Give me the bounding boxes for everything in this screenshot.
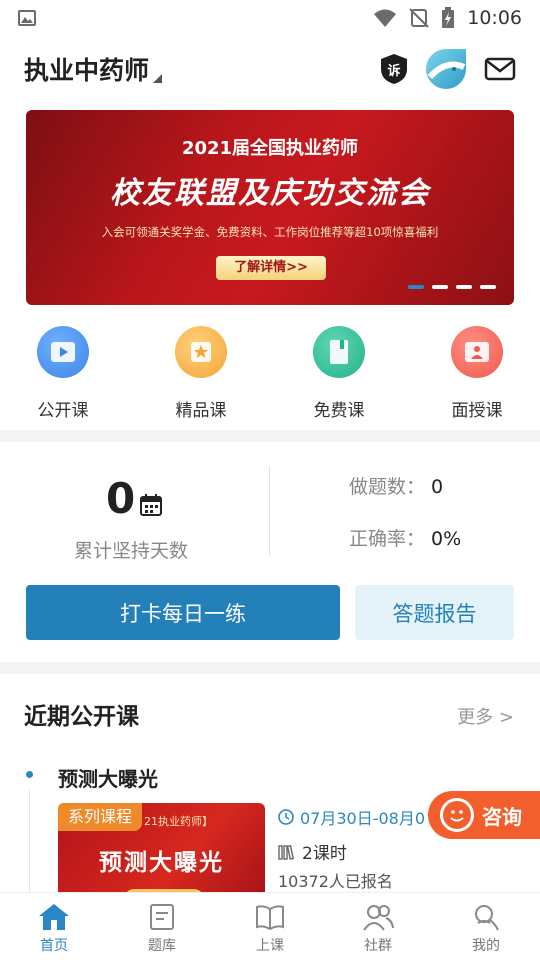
banner-subtitle: 入会可领通关奖学金、免费资料、工作岗位推荐等超10项惊喜福利 — [101, 225, 439, 239]
complaint-shield-icon[interactable]: 诉 — [380, 53, 408, 85]
category-label: 精品课 — [175, 401, 227, 421]
practice-stats: 0 累计坚持天数 做题数： 0 正确率： 0% — [0, 460, 540, 570]
banner-indicator — [408, 285, 496, 289]
course-date: 07月30日-08月0 — [278, 805, 425, 829]
thumb-small-text: 21执业药师】 — [144, 815, 213, 828]
star-icon — [175, 326, 227, 378]
course-category-grid: 公开课 精品课 免费课 面授课 — [0, 326, 540, 421]
consult-label: 咨询 — [482, 804, 522, 829]
gallery-notification-icon — [18, 10, 36, 26]
calendar-icon — [140, 494, 162, 516]
more-link[interactable]: 更多 > — [457, 703, 514, 729]
wifi-icon — [374, 9, 397, 27]
book-icon — [313, 326, 365, 378]
banner-headline: 校友联盟及庆功交流会 — [110, 176, 430, 211]
category-label: 免费课 — [313, 401, 365, 421]
tab-classes[interactable]: 上课 — [216, 893, 324, 960]
question-bank-icon — [108, 903, 216, 931]
promo-banner[interactable]: 2021届全国执业药师 校友联盟及庆功交流会 入会可领通关奖学金、免费资料、工作… — [26, 110, 514, 305]
course-thumbnail[interactable]: 21执业药师】 预测大曝光 系列课程 — [58, 803, 265, 903]
indicator-dot — [432, 285, 448, 289]
status-time: 10:06 — [467, 7, 522, 29]
tab-label: 题库 — [148, 938, 176, 954]
banner-cta-button[interactable]: 了解详情>> — [216, 256, 326, 280]
category-public-course[interactable]: 公开课 — [20, 326, 106, 421]
thumb-title: 预测大曝光 — [99, 850, 224, 876]
play-icon — [37, 326, 89, 378]
course-signups: 10372人已报名 — [278, 872, 393, 891]
streak-days-value: 0 — [106, 474, 136, 523]
section-title: 近期公开课 — [24, 704, 139, 730]
course-date-text: 07月30日-08月0 — [300, 809, 426, 828]
answer-report-button[interactable]: 答题报告 — [355, 585, 514, 640]
tab-community[interactable]: 社群 — [324, 893, 432, 960]
tab-label: 我的 — [472, 938, 500, 954]
stats-divider — [269, 466, 270, 556]
exam-category-title[interactable]: 执业中药师 — [24, 51, 149, 87]
category-label: 公开课 — [37, 401, 89, 421]
tab-profile[interactable]: 我的 — [432, 893, 540, 960]
bottom-tab-bar: 首页 题库 上课 社群 我的 — [0, 892, 540, 960]
home-icon — [0, 903, 108, 931]
questions-label: 做题数： — [349, 476, 426, 498]
accuracy-value: 0% — [431, 528, 462, 550]
customer-service-icon — [440, 798, 474, 832]
tab-label: 社群 — [364, 938, 392, 954]
course-group-name: 预测大曝光 — [58, 767, 158, 791]
no-signal-icon — [409, 8, 429, 28]
clock-icon — [278, 809, 294, 825]
tab-question-bank[interactable]: 题库 — [108, 893, 216, 960]
tab-label: 上课 — [256, 938, 284, 954]
streak-days-label: 累计坚持天数 — [74, 540, 189, 562]
questions-count: 做题数： 0 — [349, 472, 443, 499]
books-icon — [278, 844, 295, 860]
daily-practice-checkin-button[interactable]: 打卡每日一练 — [26, 585, 340, 640]
profile-icon — [432, 903, 540, 931]
category-premium-course[interactable]: 精品课 — [158, 326, 244, 421]
tab-home[interactable]: 首页 — [0, 893, 108, 960]
series-tag: 系列课程 — [58, 803, 143, 831]
section-divider — [0, 662, 540, 674]
category-free-course[interactable]: 免费课 — [296, 326, 382, 421]
banner-line1: 2021届全国执业药师 — [181, 138, 359, 159]
app-header: 执业中药师 诉 — [0, 44, 540, 94]
complaint-badge-text: 诉 — [387, 64, 401, 79]
mail-icon[interactable] — [484, 57, 516, 81]
timeline-dot — [26, 771, 33, 778]
consult-button[interactable]: 咨询 — [428, 791, 540, 839]
avatar[interactable] — [426, 49, 466, 89]
accuracy-label: 正确率： — [349, 528, 426, 550]
indicator-dot — [408, 285, 424, 289]
teacher-icon — [451, 326, 503, 378]
category-label: 面授课 — [451, 401, 503, 421]
timeline-line — [29, 790, 30, 900]
status-bar: 10:06 — [0, 0, 540, 36]
questions-value: 0 — [431, 476, 444, 498]
indicator-dot — [480, 285, 496, 289]
tab-label: 首页 — [40, 938, 68, 954]
course-lessons: 2课时 — [278, 839, 347, 864]
category-offline-course[interactable]: 面授课 — [434, 326, 520, 421]
community-icon — [324, 903, 432, 931]
caret-down-icon[interactable] — [153, 73, 163, 83]
open-book-icon — [216, 903, 324, 931]
indicator-dot — [456, 285, 472, 289]
battery-charging-icon — [442, 7, 455, 28]
accuracy-rate: 正确率： 0% — [349, 524, 461, 551]
course-lessons-text: 2课时 — [302, 844, 347, 864]
section-divider — [0, 430, 540, 442]
